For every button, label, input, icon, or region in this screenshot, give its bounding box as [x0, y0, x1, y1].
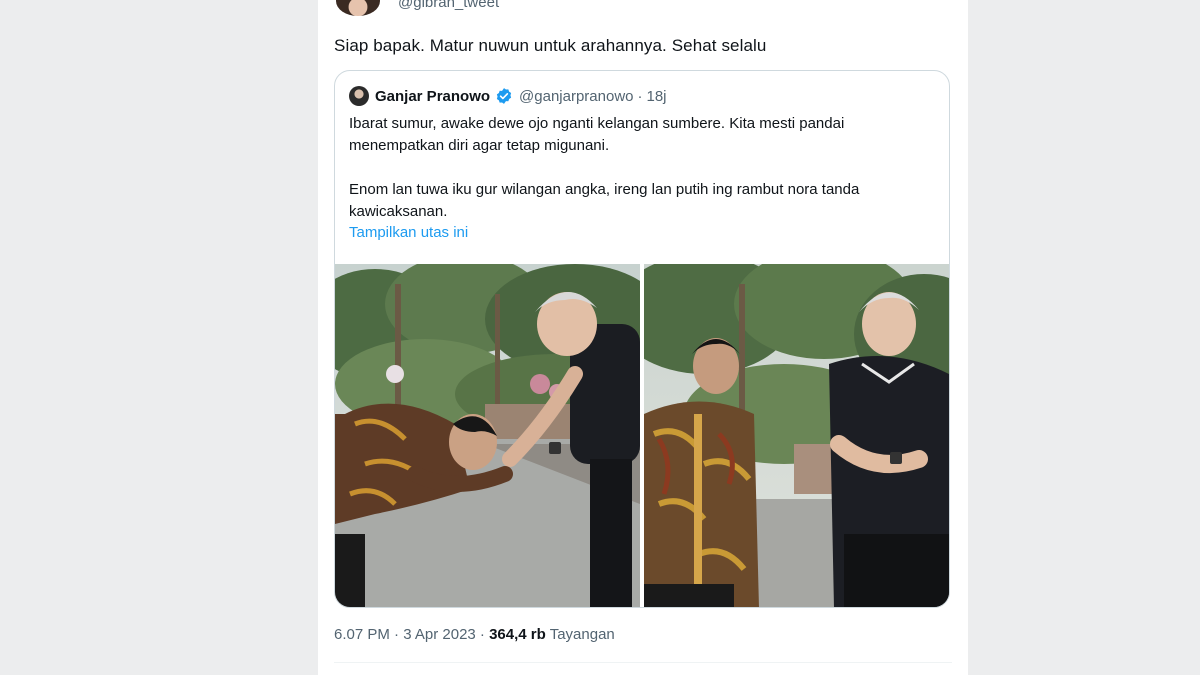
view-count: 364,4 rb — [489, 626, 546, 643]
quoted-media — [335, 264, 949, 607]
background-right — [968, 0, 1200, 675]
view-label: Tayangan — [549, 626, 615, 643]
divider — [334, 662, 952, 663]
quoted-author-name[interactable]: Ganjar Pranowo — [375, 88, 490, 105]
photo-standing-together[interactable] — [644, 264, 949, 607]
tweet-text: Siap bapak. Matur nuwun untuk arahannya.… — [334, 36, 767, 55]
show-thread-link[interactable]: Tampilkan utas ini — [349, 224, 468, 241]
header-separator: · — [637, 87, 643, 105]
quoted-tweet-header: Ganjar Pranowo @ganjarpranowo · 18j — [349, 85, 667, 107]
quoted-tweet-text: Ibarat sumur, awake dewe ojo nganti kela… — [349, 113, 939, 223]
photo-bowing-greeting[interactable] — [335, 264, 640, 607]
tweet-timestamp[interactable]: 6.07 PM · 3 Apr 2023 · — [334, 626, 485, 643]
quoted-author-handle[interactable]: @ganjarpranowo — [519, 88, 633, 105]
quoted-tweet[interactable]: Ganjar Pranowo @ganjarpranowo · 18j Ibar… — [334, 70, 950, 608]
quoted-paragraph-2: Enom lan tuwa iku gur wilangan angka, ir… — [349, 181, 860, 220]
tweet-meta: 6.07 PM · 3 Apr 2023 · 364,4 rb Tayangan — [334, 626, 615, 643]
tweet-card: @gibran_tweet Siap bapak. Matur nuwun un… — [318, 0, 968, 675]
author-handle[interactable]: @gibran_tweet — [398, 0, 499, 11]
quoted-timestamp[interactable]: 18j — [647, 88, 667, 105]
quoted-paragraph-1: Ibarat sumur, awake dewe ojo nganti kela… — [349, 115, 845, 154]
quoted-avatar[interactable] — [349, 86, 369, 106]
author-avatar[interactable] — [336, 0, 380, 16]
verified-badge-icon — [495, 87, 513, 105]
background-left — [0, 0, 318, 675]
